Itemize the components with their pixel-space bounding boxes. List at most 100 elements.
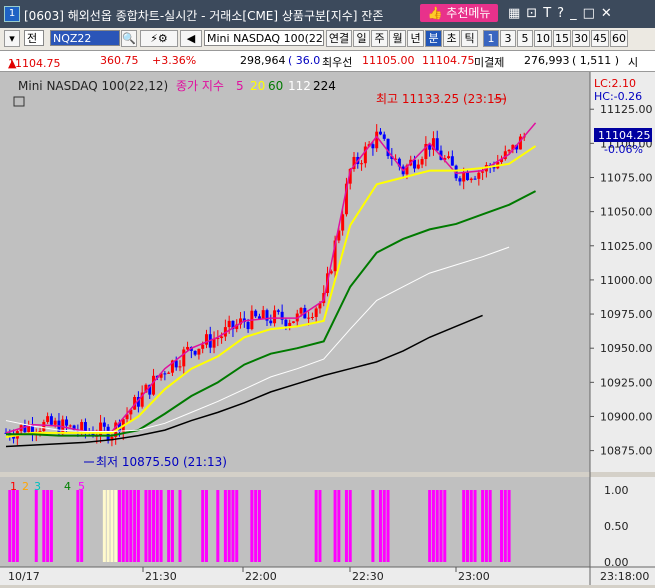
signal-bar [152,490,156,562]
candle-body [284,319,288,327]
y-axis-label-0: 11125.00 [600,103,653,116]
candle-body [152,375,156,395]
low-annotation: 최저 10875.50 (21:13) [96,455,227,469]
volume-ratio: ( 36.03%) [288,54,320,67]
change-pct: +3.36% [152,54,197,67]
text-icon[interactable]: T [543,6,557,21]
chart-svg[interactable]: 11125.0011100.0011075.0011050.0011025.00… [0,72,655,585]
signal-bar [382,490,386,562]
signal-bar [167,490,171,562]
search-icon[interactable]: 🔍 [121,30,137,47]
oi-change-value: ( 1,511 ) [572,54,620,67]
signal-bar [144,490,148,562]
period-button-1[interactable]: 일 [353,30,370,47]
sub-legend-5: 5 [78,480,85,493]
candle-body [378,131,382,135]
signal-bar [473,490,477,562]
period-button-0[interactable]: 연결 [326,30,352,47]
interval-button-30[interactable]: 30 [572,30,590,47]
window-title-bar: 1 [0603] 해외선옵 종합차트-실시간 - 거래소[CME] 상품구분[지… [0,0,655,28]
sound-icon[interactable]: ◀ [180,30,202,47]
interval-button-3[interactable]: 3 [500,30,516,47]
candle-body [68,425,72,427]
candle-body [83,422,87,432]
signal-bar [106,490,110,562]
toolbar-toggle-button[interactable]: ▾ [4,30,20,47]
code-input[interactable]: NQZ22 [50,30,120,46]
period-button-4[interactable]: 년 [407,30,424,47]
interval-button-5[interactable]: 5 [517,30,533,47]
signal-bar [337,490,341,562]
signal-bar [348,490,352,562]
candle-body [49,416,53,425]
candle-body [469,178,473,181]
period-button-3[interactable]: 월 [389,30,406,47]
period-button-5[interactable]: 분 [425,30,442,47]
y-axis-label-7: 10950.00 [600,342,653,355]
ma-legend-20: 20 [250,79,265,93]
chart-area[interactable]: 11125.00 11100.00 11075.00 11050.00 11025.00… [0,72,655,585]
candle-body [182,349,186,367]
signal-bar [439,490,443,562]
high-annotation: 최고 11133.25 (23:15) [376,92,507,106]
signal-bar [159,490,163,562]
candle-body [382,134,386,139]
candle-body [186,346,190,350]
time-axis-label-5: 23:18:00 [600,570,649,583]
lock-icon[interactable]: ⊡ [526,6,543,21]
signal-bar [235,490,239,562]
candle-body [261,310,265,319]
y-axis-label-9: 10900.00 [600,410,653,423]
ma-legend-112: 112 [288,79,311,93]
candle-body [314,308,318,318]
maximize-icon[interactable]: □ [583,6,601,21]
interval-button-1[interactable]: 1 [483,30,499,47]
sub-y-axis-label-2: 0.00 [604,556,629,569]
period-button-2[interactable]: 주 [371,30,388,47]
candle-body [276,310,280,312]
grid-icon[interactable]: ▦ [508,6,526,21]
candle-body [447,156,451,159]
y-axis-label-6: 10975.00 [600,308,653,321]
period-button-7[interactable]: 틱 [461,30,478,47]
signal-bar [223,490,227,562]
y-axis-label-4: 11025.00 [600,240,653,253]
signal-bar [333,490,337,562]
signal-bar [428,490,432,562]
signal-bar [481,490,485,562]
sub-y-axis-label-1: 0.50 [604,520,629,533]
signal-bar [250,490,254,562]
period-button-6[interactable]: 초 [443,30,460,47]
minimize-icon[interactable]: _ [570,6,583,21]
chart-title: Mini NASDAQ 100(22,12) [18,79,168,93]
candle-body [273,310,277,324]
signal-bar [178,490,182,562]
window-number-badge: 1 [4,6,20,22]
signal-bar [488,490,492,562]
tool-icons[interactable]: ⚡⚙ [140,30,178,47]
close-icon[interactable]: ✕ [601,6,618,21]
interval-button-10[interactable]: 10 [534,30,552,47]
toolbar: ▾ 전 NQZ22 🔍 ⚡⚙ ◀ Mini NASDAQ 100(22.1 연결… [0,28,655,51]
candle-body [254,310,258,317]
recommend-menu-button[interactable]: 👍 추천메뉴 [420,4,498,22]
mode-select[interactable]: 전 [24,30,44,46]
signal-bar [121,490,125,562]
signal-bar [435,490,439,562]
candle-body [178,366,182,368]
signal-bar [34,490,38,562]
interval-button-15[interactable]: 15 [553,30,571,47]
best-ask-value: 11104.75 [422,54,475,67]
volume-value: 298,964 [240,54,286,67]
signal-bar [201,490,205,562]
candle-body [371,144,375,149]
interval-button-60[interactable]: 60 [610,30,628,47]
signal-bar [503,490,507,562]
legend-prefix: 종가 지수 [176,79,224,93]
candle-body [102,422,106,427]
candle-body [46,416,50,422]
pin-icon[interactable]: ? [557,6,570,21]
best-bid-label: 최우선 [322,56,353,69]
interval-button-45[interactable]: 45 [591,30,609,47]
candle-body [507,149,511,152]
